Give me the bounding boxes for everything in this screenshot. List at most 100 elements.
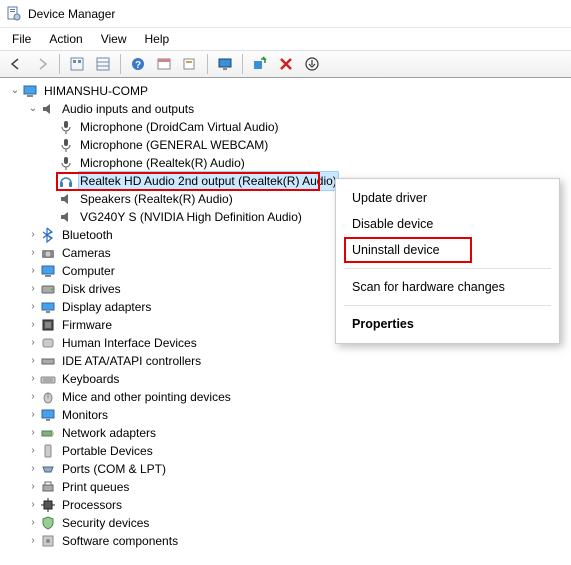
expander-icon[interactable]: › — [26, 282, 40, 296]
app-icon — [6, 6, 22, 22]
expander-icon[interactable]: › — [26, 228, 40, 242]
tb-help-icon[interactable]: ? — [126, 53, 150, 75]
expander-icon[interactable]: › — [26, 534, 40, 548]
expander-icon[interactable]: › — [26, 390, 40, 404]
spacer: · — [44, 174, 58, 188]
category-item[interactable]: › Monitors — [4, 406, 571, 424]
category-item[interactable]: ›Portable Devices — [4, 442, 571, 460]
expander-icon[interactable]: › — [26, 354, 40, 368]
tree-root[interactable]: ⌄ HIMANSHU-COMP — [4, 82, 571, 100]
category-label: Monitors — [60, 406, 110, 424]
category-label: Print queues — [60, 478, 131, 496]
device-label: Microphone (GENERAL WEBCAM) — [78, 136, 270, 154]
category-label: Security devices — [60, 514, 151, 532]
menu-action[interactable]: Action — [41, 30, 90, 48]
category-label: Ports (COM & LPT) — [60, 460, 168, 478]
window-title: Device Manager — [28, 7, 115, 21]
category-item[interactable]: › Print queues — [4, 478, 571, 496]
expander-icon[interactable]: › — [26, 480, 40, 494]
tb-icon-1[interactable] — [65, 53, 89, 75]
expander-icon[interactable]: › — [26, 246, 40, 260]
ctx-disable-device[interactable]: Disable device — [336, 211, 559, 237]
toolbar-separator — [242, 54, 243, 74]
speaker-icon — [58, 191, 74, 207]
expander-icon[interactable]: › — [26, 516, 40, 530]
category-item[interactable]: ›Mice and other pointing devices — [4, 388, 571, 406]
menu-file[interactable]: File — [4, 30, 39, 48]
forward-button[interactable] — [30, 53, 54, 75]
expander-icon[interactable]: ⌄ — [8, 84, 22, 98]
category-item[interactable]: › Network adapters — [4, 424, 571, 442]
category-label: Network adapters — [60, 424, 158, 442]
menu-help[interactable]: Help — [137, 30, 178, 48]
category-icon — [40, 299, 56, 315]
category-label: Display adapters — [60, 298, 153, 316]
category-item[interactable]: › Ports (COM & LPT) — [4, 460, 571, 478]
category-icon — [40, 245, 56, 261]
toolbar-separator — [59, 54, 60, 74]
category-icon — [40, 461, 56, 477]
ctx-scan[interactable]: Scan for hardware changes — [336, 274, 559, 300]
device-label: Microphone (Realtek(R) Audio) — [78, 154, 247, 172]
expander-icon[interactable]: › — [26, 444, 40, 458]
expander-icon[interactable]: › — [26, 426, 40, 440]
device-item[interactable]: · Microphone (Realtek(R) Audio) — [4, 154, 571, 172]
spacer: · — [44, 210, 58, 224]
category-icon — [40, 425, 56, 441]
category-label: Human Interface Devices — [60, 334, 199, 352]
ctx-separator — [344, 268, 551, 269]
microphone-icon — [58, 119, 74, 135]
device-item[interactable]: · Microphone (DroidCam Virtual Audio) — [4, 118, 571, 136]
category-item[interactable]: › Security devices — [4, 514, 571, 532]
menubar: File Action View Help — [0, 28, 571, 50]
speaker-icon — [40, 101, 56, 117]
tb-icon-4[interactable] — [178, 53, 202, 75]
category-label: Audio inputs and outputs — [60, 100, 196, 118]
back-button[interactable] — [4, 53, 28, 75]
category-icon — [40, 227, 56, 243]
category-item[interactable]: › IDE ATA/ATAPI controllers — [4, 352, 571, 370]
category-item[interactable]: ›Keyboards — [4, 370, 571, 388]
category-icon — [40, 281, 56, 297]
expander-icon[interactable]: › — [26, 300, 40, 314]
expander-icon[interactable]: › — [26, 372, 40, 386]
category-label: Cameras — [60, 244, 113, 262]
ctx-properties[interactable]: Properties — [336, 311, 559, 337]
tb-icon-2[interactable] — [91, 53, 115, 75]
toolbar-separator — [207, 54, 208, 74]
device-label: Microphone (DroidCam Virtual Audio) — [78, 118, 281, 136]
device-item[interactable]: · Microphone (GENERAL WEBCAM) — [4, 136, 571, 154]
ctx-separator — [344, 305, 551, 306]
ctx-update-driver[interactable]: Update driver — [336, 185, 559, 211]
category-audio[interactable]: ⌄ Audio inputs and outputs — [4, 100, 571, 118]
category-label: IDE ATA/ATAPI controllers — [60, 352, 203, 370]
expander-icon[interactable]: › — [26, 336, 40, 350]
context-menu: Update driver Disable device Uninstall d… — [335, 178, 560, 344]
headphones-icon — [58, 173, 74, 189]
tb-delete-icon[interactable] — [274, 53, 298, 75]
expander-icon[interactable]: › — [26, 264, 40, 278]
tb-icon-3[interactable] — [152, 53, 176, 75]
menu-view[interactable]: View — [93, 30, 135, 48]
expander-icon[interactable]: › — [26, 462, 40, 476]
category-item[interactable]: › Software components — [4, 532, 571, 550]
expander-icon[interactable]: › — [26, 498, 40, 512]
spacer: · — [44, 120, 58, 134]
expander-icon[interactable]: ⌄ — [26, 102, 40, 116]
category-label: Computer — [60, 262, 117, 280]
tb-update-icon[interactable] — [300, 53, 324, 75]
category-icon — [40, 317, 56, 333]
titlebar: Device Manager — [0, 0, 571, 28]
expander-icon[interactable]: › — [26, 408, 40, 422]
ctx-uninstall-device[interactable]: Uninstall device — [336, 237, 559, 263]
tb-monitor-icon[interactable] — [213, 53, 237, 75]
expander-icon[interactable]: › — [26, 318, 40, 332]
category-icon — [40, 515, 56, 531]
category-label: Disk drives — [60, 280, 123, 298]
category-label: Software components — [60, 532, 180, 550]
spacer: · — [44, 192, 58, 206]
tb-scan-icon[interactable] — [248, 53, 272, 75]
category-icon — [40, 479, 56, 495]
category-item[interactable]: ›Processors — [4, 496, 571, 514]
device-label: Speakers (Realtek(R) Audio) — [78, 190, 235, 208]
